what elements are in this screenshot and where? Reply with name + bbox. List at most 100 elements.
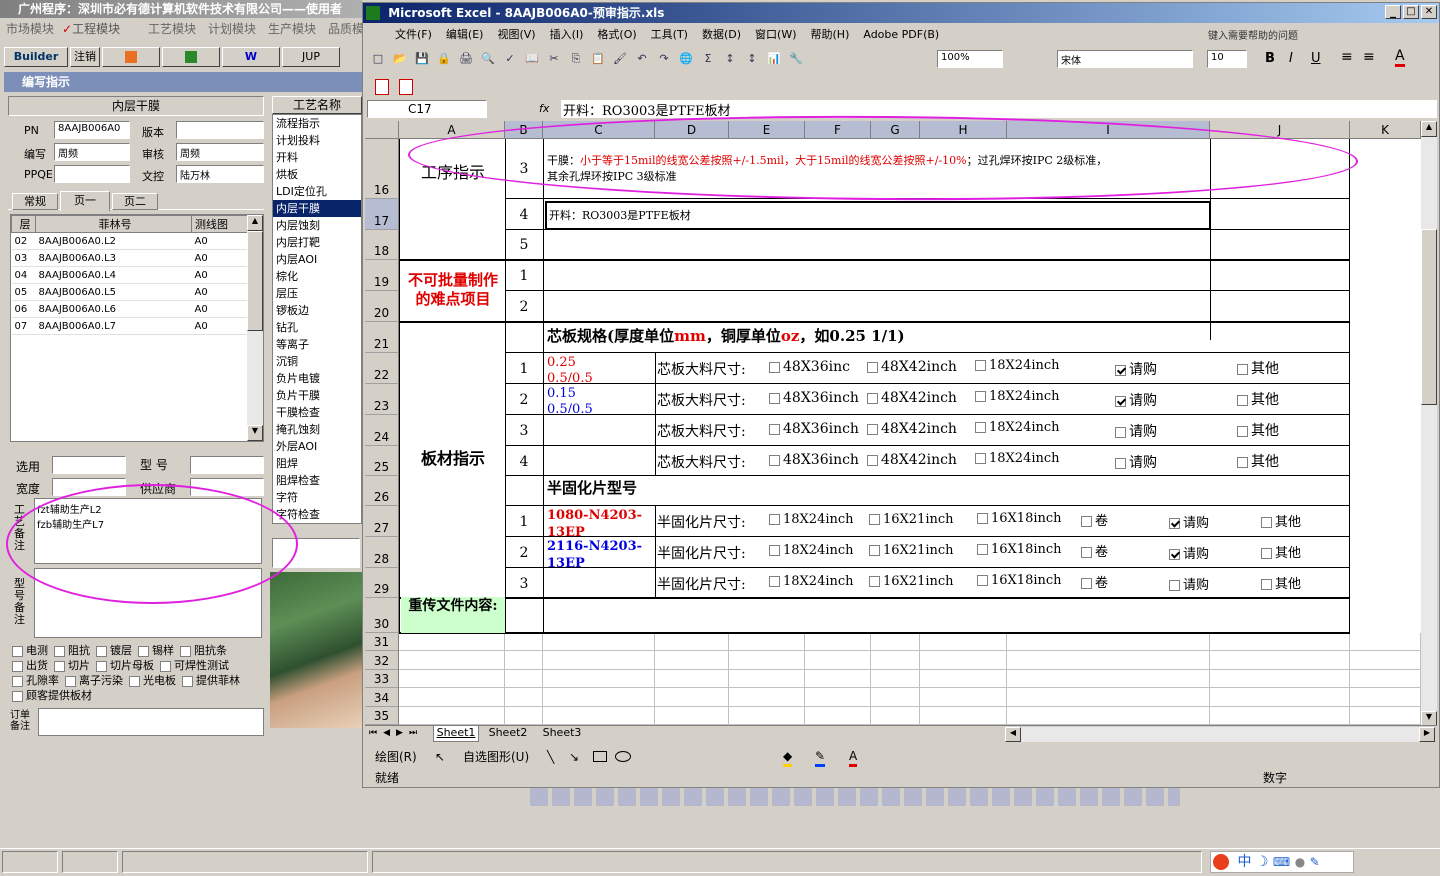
paste-icon[interactable]: 📋: [588, 49, 608, 69]
checkbox-icon[interactable]: [1115, 457, 1126, 469]
core-option[interactable]: 48X36inc: [769, 359, 850, 375]
open-icon[interactable]: 📂: [390, 49, 410, 69]
other-option[interactable]: 其他: [1237, 420, 1279, 440]
row-header[interactable]: 23: [365, 384, 399, 415]
text-color-icon[interactable]: A: [849, 748, 858, 767]
checkbox-icon[interactable]: [1237, 363, 1248, 375]
column-header[interactable]: K: [1350, 121, 1421, 139]
pp-option[interactable]: 16X21inch: [869, 574, 954, 589]
checkbox-icon[interactable]: [977, 513, 988, 524]
name-box[interactable]: C17: [367, 100, 487, 118]
task-slot[interactable]: [2, 851, 58, 873]
row-header[interactable]: 29: [365, 568, 399, 598]
row-header[interactable]: 30: [365, 598, 399, 633]
process-item[interactable]: 内层AOI: [273, 251, 361, 268]
select-field[interactable]: [52, 456, 126, 474]
process-item[interactable]: 锣板边: [273, 302, 361, 319]
menu-item[interactable]: 帮助(H): [811, 28, 850, 41]
checkbox-icon[interactable]: [769, 361, 780, 373]
module-tab[interactable]: 计划模块: [208, 20, 256, 37]
row-header[interactable]: 20: [365, 291, 399, 322]
other-option[interactable]: 其他: [1261, 511, 1301, 530]
align-left-icon[interactable]: ≡: [1341, 49, 1353, 65]
pp-option[interactable]: 16X18inch: [977, 573, 1062, 588]
buy-option[interactable]: 请购: [1169, 543, 1209, 562]
pp-option[interactable]: 18X24inch: [769, 512, 854, 527]
checkbox-icon[interactable]: [869, 545, 880, 556]
checkbox-icon[interactable]: [867, 454, 878, 466]
core-option[interactable]: 48X42inch: [867, 359, 957, 375]
checkbox-icon[interactable]: [975, 453, 986, 464]
pp-option[interactable]: 16X21inch: [869, 543, 954, 558]
row-header[interactable]: 16: [365, 139, 399, 199]
menu-item[interactable]: 文件(F): [395, 28, 432, 41]
core-option[interactable]: 48X36inch: [769, 390, 859, 406]
sort-asc-icon[interactable]: ↕: [720, 49, 740, 69]
checkbox-icon[interactable]: [769, 454, 780, 466]
menu-item[interactable]: 数据(D): [702, 28, 741, 41]
row-header[interactable]: 34: [365, 688, 399, 707]
other-option[interactable]: 其他: [1261, 573, 1301, 592]
align-center-icon[interactable]: ≡: [1363, 49, 1375, 65]
menu-item[interactable]: Adobe PDF(B): [863, 28, 939, 41]
sheet-tab-2[interactable]: Sheet2: [483, 726, 533, 742]
hyperlink-icon[interactable]: 🌐: [676, 49, 696, 69]
checkbox-icon[interactable]: [975, 422, 986, 433]
row-header[interactable]: 27: [365, 506, 399, 537]
option-checkbox[interactable]: 离子污染: [65, 674, 123, 687]
process-item[interactable]: 字符: [273, 489, 361, 506]
process-item[interactable]: 层压: [273, 285, 361, 302]
process-item[interactable]: 负片电镀: [273, 370, 361, 387]
checkbox-icon[interactable]: [1237, 456, 1248, 468]
process-item[interactable]: 计划投料: [273, 132, 361, 149]
tool-button[interactable]: [102, 47, 160, 67]
model-field[interactable]: [190, 456, 264, 474]
option-checkbox[interactable]: 阻抗: [54, 644, 90, 657]
roll-option[interactable]: 卷: [1081, 572, 1108, 591]
other-option[interactable]: 其他: [1237, 451, 1279, 471]
row-header[interactable]: 35: [365, 707, 399, 725]
ppqe-field[interactable]: [54, 165, 130, 183]
core-option[interactable]: 18X24inch: [975, 358, 1060, 373]
process-item[interactable]: LDI定位孔: [273, 183, 361, 200]
new-icon[interactable]: □: [368, 49, 388, 69]
bold-icon[interactable]: B: [1265, 51, 1275, 66]
cut-icon[interactable]: ✂: [544, 49, 564, 69]
horizontal-scrollbar[interactable]: ◀ ▶: [1005, 727, 1435, 742]
checkbox-icon[interactable]: [867, 392, 878, 404]
task-slot[interactable]: [372, 851, 1202, 873]
arrow-icon[interactable]: ↘: [569, 745, 579, 769]
module-tab[interactable]: 工艺模块: [148, 20, 196, 37]
process-item[interactable]: 负片干膜: [273, 387, 361, 404]
research-icon[interactable]: 📖: [522, 49, 542, 69]
checkbox-icon[interactable]: [1081, 516, 1092, 527]
checkbox-icon[interactable]: [1261, 579, 1272, 590]
checkbox-icon[interactable]: [1237, 425, 1248, 437]
core-option[interactable]: 48X36inch: [769, 452, 859, 468]
process-item[interactable]: 内层干膜: [273, 200, 361, 217]
checkbox-icon[interactable]: [869, 514, 880, 525]
process-item[interactable]: 内层蚀刻: [273, 217, 361, 234]
process-item[interactable]: 沉铜: [273, 353, 361, 370]
line-icon[interactable]: ╲: [547, 745, 554, 769]
sort-desc-icon[interactable]: ↕: [742, 49, 762, 69]
buy-option[interactable]: 请购: [1115, 390, 1157, 410]
core-option[interactable]: 18X24inch: [975, 420, 1060, 435]
menu-item[interactable]: 工具(T): [651, 28, 688, 41]
grid-row[interactable]: 02 8AAJB006A0.L2 A0: [11, 232, 249, 250]
checkbox-icon[interactable]: [1115, 364, 1126, 376]
draw-menu[interactable]: 绘图(R): [375, 745, 417, 769]
editor-field[interactable]: 周频: [54, 143, 130, 161]
line-color-icon[interactable]: ✎: [815, 748, 826, 767]
row17-cell[interactable]: 开料：RO3003是PTFE板材: [545, 201, 1211, 230]
word-button[interactable]: W: [222, 47, 280, 67]
checkbox-icon[interactable]: [867, 423, 878, 435]
order-note-box[interactable]: [38, 708, 264, 736]
save-icon[interactable]: 💾: [412, 49, 432, 69]
process-item[interactable]: 棕化: [273, 268, 361, 285]
option-checkbox[interactable]: 阻抗条: [180, 644, 227, 657]
roll-option[interactable]: 卷: [1081, 510, 1108, 529]
font-color-icon[interactable]: A: [1395, 49, 1405, 67]
task-slot[interactable]: [122, 851, 368, 873]
builder-button[interactable]: Builder: [4, 47, 68, 67]
